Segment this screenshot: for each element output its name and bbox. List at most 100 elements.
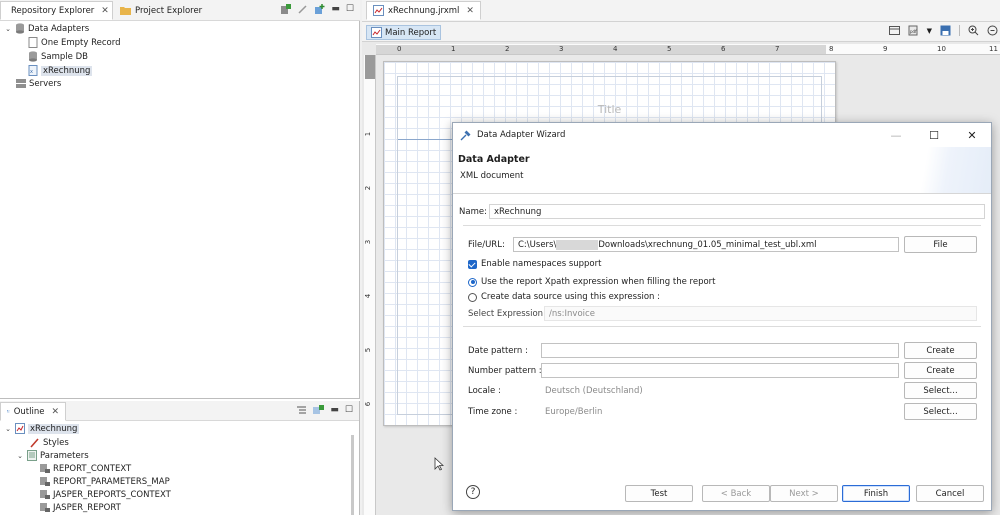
minimize-button[interactable]: —: [877, 123, 915, 147]
server-icon: [16, 79, 26, 88]
locale-value: Deutsch (Deutschland): [545, 386, 643, 396]
zoom-out-icon[interactable]: [987, 25, 998, 36]
name-input[interactable]: xRechnung: [489, 204, 985, 219]
tab-project-explorer[interactable]: Project Explorer: [114, 1, 208, 20]
radio-unselected-icon[interactable]: [468, 292, 477, 302]
help-button[interactable]: ?: [466, 485, 480, 499]
layout-icon[interactable]: [888, 25, 900, 36]
back-button[interactable]: < Back: [702, 485, 770, 502]
tree-item-data-adapters[interactable]: ⌄ Data Adapters: [4, 22, 89, 35]
date-pattern-input[interactable]: [541, 343, 899, 358]
close-button[interactable]: ✕: [953, 123, 991, 147]
file-button[interactable]: File: [904, 236, 977, 253]
export-icon[interactable]: pdf: [908, 25, 919, 36]
number-pattern-input[interactable]: [541, 363, 899, 378]
file-url-prefix: C:\Users\: [518, 239, 557, 250]
ruler-number: 5: [364, 347, 373, 353]
minimize-icon[interactable]: ▬: [330, 405, 339, 416]
chevron-down-icon[interactable]: ⌄: [4, 25, 12, 33]
tab-xrechnung-jrxml[interactable]: xRechnung.jrxml ✕: [366, 1, 481, 20]
number-pattern-label: Number pattern :: [468, 366, 542, 376]
svg-text:x: x: [30, 69, 33, 75]
maximize-button[interactable]: ☐: [915, 123, 953, 147]
maximize-icon[interactable]: ☐: [345, 405, 353, 416]
repository-tree: ⌄ Data Adapters One Empty Record Sample …: [0, 21, 360, 399]
main-report-tab[interactable]: Main Report: [366, 25, 442, 40]
enable-namespaces-checkbox[interactable]: Enable namespaces support: [468, 259, 601, 269]
report-icon: [15, 423, 25, 434]
select-locale-button[interactable]: Select...: [904, 382, 977, 399]
chevron-down-icon[interactable]: ▼: [927, 27, 932, 35]
create-date-pattern-button[interactable]: Create: [904, 342, 977, 359]
outline-item-parameters[interactable]: ⌄ Parameters: [16, 449, 89, 462]
tree-item-label: Styles: [43, 437, 69, 448]
close-icon[interactable]: ✕: [466, 6, 474, 16]
test-button[interactable]: Test: [625, 485, 693, 502]
new-adapter-icon[interactable]: [280, 4, 292, 15]
tree-view-icon[interactable]: [296, 405, 307, 416]
date-pattern-label: Date pattern :: [468, 346, 528, 356]
tree-item-xrechnung[interactable]: x xRechnung: [28, 64, 93, 77]
tab-repository-explorer[interactable]: Repository Explorer ✕: [0, 1, 113, 20]
header-decoration: [881, 147, 991, 193]
outline-item-xrechnung[interactable]: ⌄ xRechnung: [4, 422, 80, 435]
view-toolbar: ▬ ☐: [280, 4, 354, 15]
outline-item-styles[interactable]: Styles: [30, 436, 69, 449]
locale-label: Locale :: [468, 386, 501, 396]
radio-label: Use the report Xpath expression when fil…: [481, 277, 716, 287]
select-timezone-button[interactable]: Select...: [904, 403, 977, 420]
left-column: Repository Explorer ✕ Project Explorer ▬…: [0, 0, 360, 515]
chevron-down-icon[interactable]: ⌄: [4, 425, 12, 433]
radio-create-data-source[interactable]: Create data source using this expression…: [468, 292, 660, 302]
dialog-titlebar[interactable]: Data Adapter Wizard — ☐ ✕: [453, 123, 991, 147]
ruler-number: 1: [364, 131, 373, 137]
outline-item-parameter[interactable]: REPORT_CONTEXT: [40, 462, 131, 475]
tree-item-one-empty-record[interactable]: One Empty Record: [28, 36, 121, 49]
separator: [959, 25, 960, 36]
maximize-icon[interactable]: ☐: [346, 4, 354, 15]
ruler-number: 7: [775, 45, 780, 53]
timezone-label: Time zone :: [468, 407, 518, 417]
tree-item-label: Servers: [29, 78, 62, 89]
ruler-number: 9: [883, 45, 888, 53]
outline-item-parameter[interactable]: REPORT_PARAMETERS_MAP: [40, 475, 170, 488]
minimize-icon[interactable]: ▬: [331, 4, 340, 15]
checkbox-checked-icon[interactable]: [468, 259, 477, 269]
outline-scrollbar[interactable]: [351, 435, 354, 515]
outline-item-parameter[interactable]: JASPER_REPORT: [40, 501, 121, 514]
finish-button[interactable]: Finish: [842, 485, 910, 502]
create-number-pattern-button[interactable]: Create: [904, 362, 977, 379]
tree-item-label: JASPER_REPORT: [53, 502, 121, 513]
ruler-number: 5: [667, 45, 672, 53]
pin-icon[interactable]: [297, 4, 308, 15]
file-url-input[interactable]: C:\Users\ Downloads\xrechnung_01.05_minim…: [513, 237, 899, 252]
tree-item-sample-db[interactable]: Sample DB: [28, 50, 88, 63]
brush-icon: [30, 438, 39, 448]
tree-item-label: Data Adapters: [28, 23, 90, 34]
tree-item-label: xRechnung: [28, 423, 80, 434]
outline-panel: Outline ✕ ▬ ☐ ⌄ xRechnung Styles ⌄ Param…: [0, 401, 360, 515]
main-report-label: Main Report: [385, 27, 437, 38]
outline-item-parameter[interactable]: JASPER_REPORTS_CONTEXT: [40, 488, 171, 501]
tree-item-label: xRechnung: [41, 65, 93, 76]
parameter-icon: [40, 464, 50, 473]
zoom-in-icon[interactable]: [968, 25, 979, 36]
tab-label: Project Explorer: [135, 5, 203, 16]
tree-item-servers[interactable]: Servers: [16, 77, 61, 90]
tree-item-label: One Empty Record: [41, 37, 121, 48]
radio-use-report-xpath[interactable]: Use the report Xpath expression when fil…: [468, 277, 716, 287]
cancel-button[interactable]: Cancel: [916, 485, 984, 502]
save-icon[interactable]: [940, 25, 951, 36]
add-icon[interactable]: [314, 4, 325, 15]
close-icon[interactable]: ✕: [101, 6, 109, 16]
ruler-number: 2: [364, 185, 373, 191]
dialog-header: Data Adapter XML document: [453, 147, 991, 194]
next-button[interactable]: Next >: [770, 485, 838, 502]
view-menu-icon[interactable]: [313, 405, 325, 416]
close-icon[interactable]: ✕: [51, 407, 59, 417]
chevron-down-icon[interactable]: ⌄: [16, 452, 24, 460]
radio-selected-icon[interactable]: [468, 277, 477, 287]
data-adapter-wizard-dialog: Data Adapter Wizard — ☐ ✕ Data Adapter X…: [452, 122, 992, 511]
radio-label: Create data source using this expression…: [481, 292, 661, 302]
tab-outline[interactable]: Outline ✕: [0, 402, 66, 421]
